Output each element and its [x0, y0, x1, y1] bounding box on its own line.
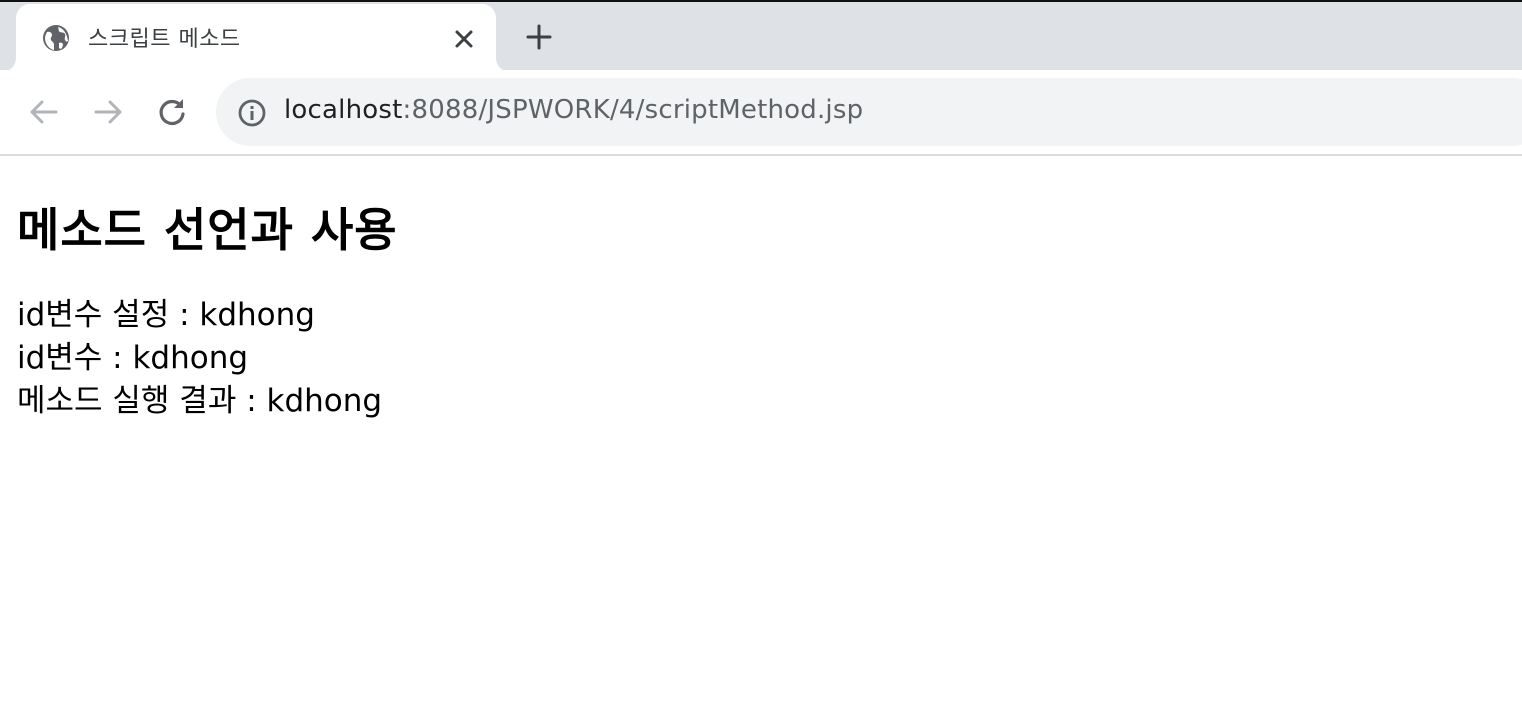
reload-icon — [159, 99, 185, 126]
url-text[interactable]: localhost:8088/JSPWORK/4/scriptMethod.js… — [284, 95, 863, 125]
page-content: 메소드 선언과 사용 id변수 설정 : kdhong id변수 : kdhon… — [17, 156, 1507, 423]
reload-button[interactable] — [155, 95, 189, 129]
tab-strip: 스크립트 메소드 — [0, 0, 1522, 72]
tab-title: 스크립트 메소드 — [88, 27, 241, 52]
globe-icon — [41, 23, 71, 53]
address-bar[interactable]: localhost:8088/JSPWORK/4/scriptMethod.js… — [216, 78, 1522, 146]
arrow-right-icon — [94, 100, 122, 124]
output-line-id: id변수 : kdhong — [17, 340, 249, 376]
url-host: localhost — [284, 95, 403, 125]
browser-toolbar: localhost:8088/JSPWORK/4/scriptMethod.js… — [0, 70, 1522, 156]
back-button[interactable] — [27, 95, 61, 129]
new-tab-button[interactable] — [524, 22, 554, 52]
page-heading: 메소드 선언과 사용 — [17, 203, 398, 257]
tab-active[interactable]: 스크립트 메소드 — [16, 4, 496, 72]
forward-button[interactable] — [91, 95, 125, 129]
output-line-method-result: 메소드 실행 결과 : kdhong — [17, 383, 383, 419]
output-lines: id변수 설정 : kdhong id변수 : kdhong 메소드 실행 결과… — [17, 294, 1507, 423]
output-line-id-set: id변수 설정 : kdhong — [17, 297, 315, 333]
url-path: :8088/JSPWORK/4/scriptMethod.jsp — [402, 95, 864, 125]
browser-window: 스크립트 메소드 localhost:8088/JSPWORK/4/script… — [0, 0, 1522, 706]
arrow-left-icon — [30, 100, 58, 124]
plus-icon — [526, 24, 552, 50]
info-icon[interactable] — [237, 98, 267, 128]
close-icon[interactable] — [451, 26, 477, 52]
